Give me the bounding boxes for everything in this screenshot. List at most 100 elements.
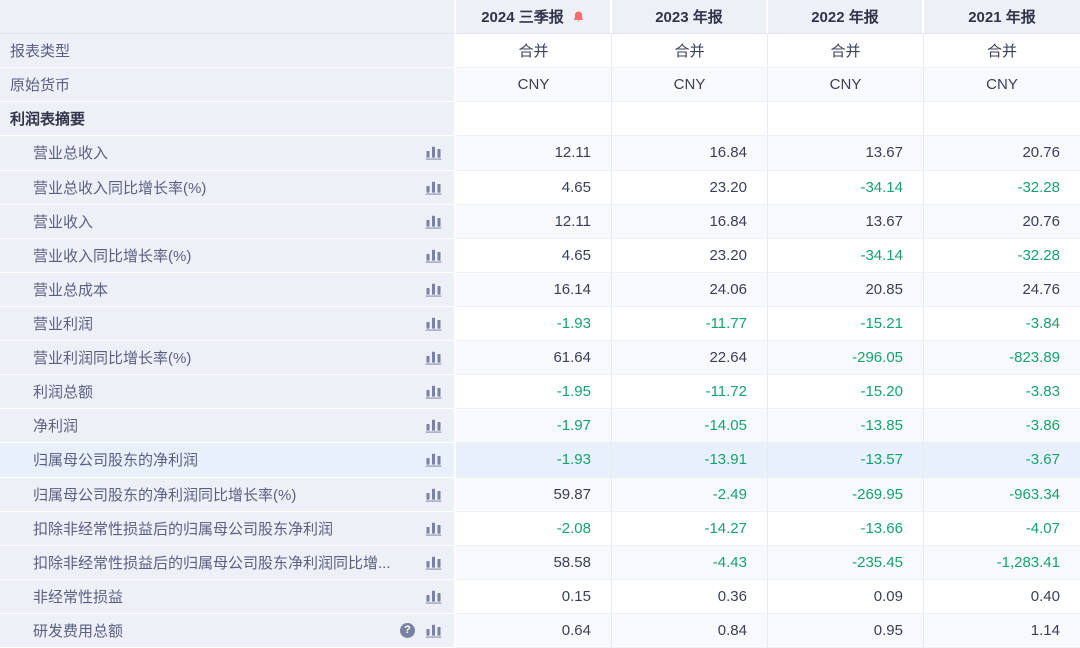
value-cell: 0.09 — [768, 580, 924, 614]
value-cell: 0.84 — [612, 614, 768, 648]
table-row[interactable]: 扣除非经常性损益后的归属母公司股东净利润-2.08-14.27-13.66-4.… — [0, 512, 1080, 546]
value-cell: -3.86 — [924, 409, 1080, 443]
value-cell: -15.21 — [768, 307, 924, 341]
row-label: 营业总收入同比增长率(%) — [33, 177, 206, 198]
value-cell — [924, 102, 1080, 136]
table-row[interactable]: 营业利润-1.93-11.77-15.21-3.84 — [0, 307, 1080, 341]
value-cell: -1.93 — [456, 443, 612, 477]
value-cell: 0.15 — [456, 580, 612, 614]
value-cell: 0.40 — [924, 580, 1080, 614]
bar-chart-icon[interactable] — [425, 589, 442, 604]
value-cell: -4.07 — [924, 512, 1080, 546]
value-cell: 16.84 — [612, 205, 768, 239]
table-row[interactable]: 利润总额-1.95-11.72-15.20-3.83 — [0, 375, 1080, 409]
value-cell: 合并 — [924, 34, 1080, 68]
bar-chart-icon[interactable] — [425, 384, 442, 399]
bar-chart-icon[interactable] — [425, 623, 442, 638]
value-cell: 1.14 — [924, 614, 1080, 648]
value-cell: 23.20 — [612, 239, 768, 273]
value-cell: CNY — [456, 68, 612, 102]
row-icons — [425, 555, 442, 570]
value-cell — [612, 102, 768, 136]
row-label: 原始货币 — [10, 74, 70, 95]
table-row[interactable]: 非经常性损益0.150.360.090.40 — [0, 580, 1080, 614]
value-cell: 13.67 — [768, 205, 924, 239]
bar-chart-icon[interactable] — [425, 180, 442, 195]
bar-chart-icon[interactable] — [425, 145, 442, 160]
table-row[interactable]: 净利润-1.97-14.05-13.85-3.86 — [0, 409, 1080, 443]
row-label-cell: 营业总收入同比增长率(%) — [0, 171, 456, 205]
row-label-cell: 原始货币 — [0, 68, 456, 102]
row-icons — [425, 316, 442, 331]
value-cell: -13.91 — [612, 443, 768, 477]
value-cell: -3.84 — [924, 307, 1080, 341]
table-row[interactable]: 归属母公司股东的净利润-1.93-13.91-13.57-3.67 — [0, 443, 1080, 477]
value-cell: CNY — [924, 68, 1080, 102]
bar-chart-icon[interactable] — [425, 316, 442, 331]
value-cell: -13.57 — [768, 443, 924, 477]
row-label: 归属母公司股东的净利润同比增长率(%) — [33, 484, 296, 505]
period-header: 2022 年报 — [768, 0, 924, 34]
bar-chart-icon[interactable] — [425, 555, 442, 570]
table-row[interactable]: 扣除非经常性损益后的归属母公司股东净利润同比增...58.58-4.43-235… — [0, 546, 1080, 580]
value-cell: 合并 — [768, 34, 924, 68]
value-cell: 16.14 — [456, 273, 612, 307]
table-row[interactable]: 营业收入同比增长率(%)4.6523.20-34.14-32.28 — [0, 239, 1080, 273]
question-mark-icon[interactable]: ? — [400, 623, 415, 638]
table-row[interactable]: 利润表摘要 — [0, 102, 1080, 136]
value-cell: -32.28 — [924, 171, 1080, 205]
table-row[interactable]: 原始货币CNYCNYCNYCNY — [0, 68, 1080, 102]
period-header-label: 2022 年报 — [811, 6, 879, 27]
table-row[interactable]: 归属母公司股东的净利润同比增长率(%)59.87-2.49-269.95-963… — [0, 478, 1080, 512]
value-cell: -3.67 — [924, 443, 1080, 477]
value-cell: 61.64 — [456, 341, 612, 375]
row-label-cell: 营业总成本 — [0, 273, 456, 307]
bar-chart-icon[interactable] — [425, 521, 442, 536]
bell-icon[interactable] — [572, 10, 585, 24]
corner-cell — [0, 0, 456, 34]
table-row[interactable]: 营业总收入同比增长率(%)4.6523.20-34.14-32.28 — [0, 171, 1080, 205]
row-icons: ? — [400, 623, 442, 638]
bar-chart-icon[interactable] — [425, 350, 442, 365]
row-icons — [425, 214, 442, 229]
value-cell: -15.20 — [768, 375, 924, 409]
bar-chart-icon[interactable] — [425, 452, 442, 467]
row-label-cell: 归属母公司股东的净利润同比增长率(%) — [0, 478, 456, 512]
row-icons — [425, 589, 442, 604]
table-row[interactable]: 报表类型合并合并合并合并 — [0, 34, 1080, 68]
value-cell: -296.05 — [768, 341, 924, 375]
row-label-cell: 营业收入 — [0, 205, 456, 239]
table-row[interactable]: 营业总收入12.1116.8413.6720.76 — [0, 136, 1080, 170]
row-icons — [425, 282, 442, 297]
row-label-cell: 净利润 — [0, 409, 456, 443]
value-cell: 合并 — [612, 34, 768, 68]
value-cell: -13.85 — [768, 409, 924, 443]
bar-chart-icon[interactable] — [425, 248, 442, 263]
value-cell: -1.95 — [456, 375, 612, 409]
bar-chart-icon[interactable] — [425, 418, 442, 433]
row-icons — [425, 418, 442, 433]
table-row[interactable]: 营业总成本16.1424.0620.8524.76 — [0, 273, 1080, 307]
row-icons — [425, 452, 442, 467]
value-cell: -269.95 — [768, 478, 924, 512]
row-label: 营业利润 — [33, 313, 93, 334]
value-cell: -14.27 — [612, 512, 768, 546]
row-icons — [425, 248, 442, 263]
bar-chart-icon[interactable] — [425, 282, 442, 297]
row-label: 非经常性损益 — [33, 586, 123, 607]
bar-chart-icon[interactable] — [425, 487, 442, 502]
financial-statements-table: 2024 三季报2023 年报2022 年报2021 年报 报表类型合并合并合并… — [0, 0, 1080, 648]
row-label: 营业总收入 — [33, 142, 108, 163]
table-row[interactable]: 研发费用总额?0.640.840.951.14 — [0, 614, 1080, 648]
row-label-cell: 利润表摘要 — [0, 102, 456, 136]
row-label-cell: 营业利润同比增长率(%) — [0, 341, 456, 375]
table-row[interactable]: 营业利润同比增长率(%)61.6422.64-296.05-823.89 — [0, 341, 1080, 375]
row-icons — [425, 180, 442, 195]
row-icons — [425, 384, 442, 399]
table-row[interactable]: 营业收入12.1116.8413.6720.76 — [0, 205, 1080, 239]
value-cell: 4.65 — [456, 239, 612, 273]
value-cell — [456, 102, 612, 136]
bar-chart-icon[interactable] — [425, 214, 442, 229]
row-label: 研发费用总额 — [33, 620, 123, 641]
value-cell: 13.67 — [768, 136, 924, 170]
